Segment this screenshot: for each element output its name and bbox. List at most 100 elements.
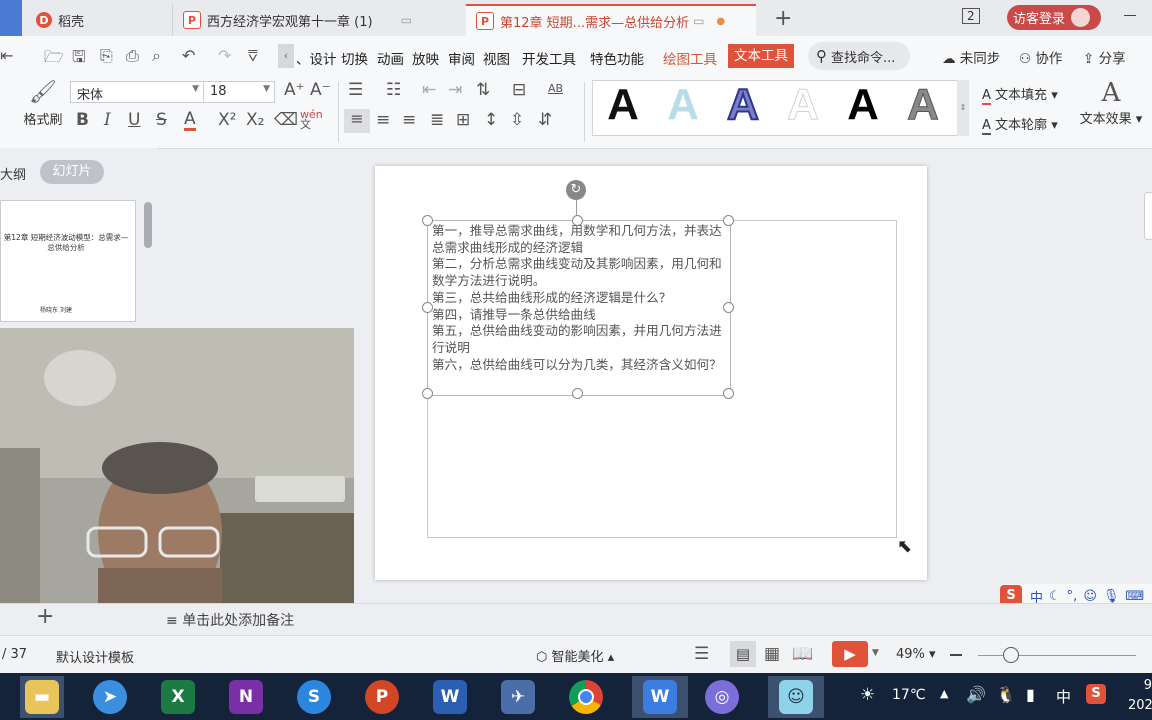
tab-daoke[interactable]: D 稻壳 bbox=[26, 4, 168, 36]
view-reading-icon[interactable]: 📖 bbox=[792, 644, 813, 664]
print-icon[interactable]: ⎙ bbox=[126, 46, 139, 66]
format-painter-button[interactable]: 🖌 格式刷 bbox=[20, 80, 66, 128]
volume-icon[interactable]: 🔊 bbox=[966, 685, 986, 704]
style-blue-outline[interactable]: A bbox=[719, 81, 767, 130]
add-slide-icon[interactable]: + bbox=[36, 604, 54, 629]
taskbar-word[interactable]: W bbox=[428, 676, 472, 718]
resize-handle-br[interactable] bbox=[723, 388, 734, 399]
collab-button[interactable]: ⚇ 协作 bbox=[1019, 47, 1062, 67]
view-normal-icon[interactable]: ▤ bbox=[730, 641, 756, 667]
menu-review[interactable]: 审阅 bbox=[448, 48, 475, 68]
taskbar-planet[interactable]: ◎ bbox=[700, 676, 744, 718]
view-notes-icon[interactable]: ☰ bbox=[694, 644, 709, 664]
bold-icon[interactable]: B bbox=[76, 110, 89, 130]
resize-handle-mr[interactable] bbox=[723, 302, 734, 313]
align-left-icon[interactable]: ≡ bbox=[344, 109, 370, 133]
resize-handle-tr[interactable] bbox=[723, 215, 734, 226]
font-color-icon[interactable]: A bbox=[184, 110, 196, 131]
menu-view[interactable]: 视图 bbox=[483, 48, 510, 68]
outline-tab[interactable]: 大纲 bbox=[0, 164, 26, 183]
taskbar-onenote[interactable]: N bbox=[224, 676, 268, 718]
menu-transition[interactable]: 切换 bbox=[341, 48, 368, 68]
collapse-icon[interactable]: ⇤ bbox=[0, 46, 13, 65]
new-tab-icon[interactable]: + bbox=[774, 6, 792, 31]
underline-icon[interactable]: U bbox=[128, 110, 140, 130]
resize-handle-tc[interactable] bbox=[572, 215, 583, 226]
slide-thumbnail[interactable]: 第12章 短期经济波动模型：总需求—总供给分析 杨晓东 刘建 bbox=[0, 200, 136, 322]
decrease-font-icon[interactable]: A⁻ bbox=[310, 80, 331, 100]
numbered-list-icon[interactable]: ☷ bbox=[386, 80, 401, 100]
menu-slideshow[interactable]: 放映 bbox=[412, 48, 439, 68]
undo-icon[interactable]: ↶ bbox=[182, 46, 195, 65]
align-center-icon[interactable]: ≡ bbox=[376, 110, 390, 130]
taskbar-excel[interactable]: X bbox=[156, 676, 200, 718]
style-bold-black[interactable]: A bbox=[839, 81, 887, 129]
text-direction-icon[interactable]: ⇅ bbox=[476, 80, 490, 100]
taskbar-powerpoint[interactable]: P bbox=[360, 676, 404, 718]
tab-doc-chapter12[interactable]: P 第12章 短期...需求—总供给分析 ▭ ● bbox=[466, 4, 756, 36]
subscript-icon[interactable]: X₂ bbox=[246, 110, 264, 130]
text-fill-button[interactable]: A 文本填充 ▾ bbox=[982, 84, 1058, 105]
style-light-blue[interactable]: A bbox=[659, 81, 707, 129]
zoom-value[interactable]: 49% ▾ bbox=[896, 647, 936, 662]
sogou-tray-icon[interactable]: S bbox=[1086, 684, 1106, 704]
more-icon[interactable]: ⩢ bbox=[248, 46, 258, 66]
scroll-left-icon[interactable]: ‹ bbox=[278, 44, 294, 68]
increase-font-icon[interactable]: A⁺ bbox=[284, 80, 305, 100]
taskbar-chrome[interactable] bbox=[564, 676, 608, 718]
text-effect-button[interactable]: A 文本效果 ▾ bbox=[1078, 78, 1144, 127]
menu-text-tools[interactable]: 文本工具 bbox=[728, 44, 794, 68]
taskbar-swift[interactable]: ✈ bbox=[496, 676, 540, 718]
resize-handle-bl[interactable] bbox=[422, 388, 433, 399]
save-icon[interactable]: 🖫 bbox=[72, 46, 86, 73]
paragraph-spacing-icon[interactable]: ⇳ bbox=[510, 110, 524, 130]
brightness-icon[interactable]: ☀ bbox=[860, 685, 875, 705]
template-label[interactable]: 默认设计模板 bbox=[56, 647, 134, 666]
justify-icon[interactable]: ≣ bbox=[430, 110, 444, 130]
zoom-slider-thumb[interactable] bbox=[1003, 647, 1019, 663]
textbox-content[interactable]: 第一，推导总需求曲线，用数学和几何方法，并表达总需求曲线形成的经济逻辑 第二，分… bbox=[432, 223, 724, 373]
text-style-gallery[interactable]: AAAAAA bbox=[592, 80, 958, 136]
qq-icon[interactable]: 🐧 bbox=[996, 685, 1016, 704]
menu-design[interactable]: 、设计 bbox=[296, 48, 337, 68]
indent-icon[interactable]: ⇥ bbox=[448, 80, 462, 100]
italic-icon[interactable]: I bbox=[104, 110, 111, 130]
command-search[interactable]: ⚲ 查找命令... bbox=[808, 42, 910, 70]
sync-button[interactable]: ☁ 未同步 bbox=[942, 47, 1000, 67]
thumbnail-scrollbar[interactable] bbox=[144, 202, 152, 248]
style-black[interactable]: A bbox=[599, 81, 647, 129]
spacing-more-icon[interactable]: ⇵ bbox=[538, 110, 552, 130]
play-button[interactable]: ▶ bbox=[832, 641, 868, 667]
view-sorter-icon[interactable]: ▦ bbox=[764, 644, 780, 664]
phonetic-icon[interactable]: wén 文 bbox=[300, 109, 323, 130]
tray-expand-icon[interactable]: ▲ bbox=[940, 687, 948, 700]
clear-format-icon[interactable]: ⌫ bbox=[274, 110, 298, 130]
font-name-select[interactable]: 宋体 ▼ bbox=[70, 81, 204, 103]
textbox[interactable]: 第一，推导总需求曲线，用数学和几何方法，并表达总需求曲线形成的经济逻辑 第二，分… bbox=[427, 220, 731, 396]
battery-icon[interactable]: ▮ bbox=[1026, 685, 1035, 704]
play-dropdown-icon[interactable]: ▼ bbox=[872, 648, 879, 658]
window-count-badge[interactable]: 2 bbox=[962, 8, 980, 24]
tab-doc-chapter11[interactable]: P 西方经济学宏观第十一章 (1) ▭ bbox=[172, 4, 462, 36]
align-right-icon[interactable]: ≡ bbox=[402, 110, 416, 130]
taskbar-live[interactable]: ☺ bbox=[768, 676, 824, 718]
login-button[interactable]: 访客登录 bbox=[1007, 5, 1101, 30]
resize-handle-tl[interactable] bbox=[422, 215, 433, 226]
style-gray-gradient[interactable]: A bbox=[899, 81, 947, 129]
slide-canvas[interactable]: 第一，推导总需求曲线，用数学和几何方法，并表达总需求曲线形成的经济逻辑 第二，分… bbox=[375, 166, 927, 580]
resize-handle-bc[interactable] bbox=[572, 388, 583, 399]
split-text-icon[interactable]: AB bbox=[548, 82, 563, 95]
align-text-icon[interactable]: ⊟ bbox=[512, 80, 526, 100]
ime-indicator[interactable]: 中 bbox=[1056, 686, 1071, 707]
text-outline-button[interactable]: A 文本轮廓 ▾ bbox=[982, 114, 1058, 135]
export-icon[interactable]: ⎘ bbox=[100, 46, 113, 66]
font-size-select[interactable]: 18 ▼ bbox=[203, 81, 275, 103]
share-button[interactable]: ⇪ 分享 bbox=[1083, 47, 1126, 67]
superscript-icon[interactable]: X² bbox=[218, 110, 236, 130]
preview-icon[interactable]: ⌕ bbox=[152, 46, 161, 66]
taskbar-wps[interactable]: W bbox=[632, 676, 688, 718]
gallery-scroll[interactable]: ⇕ bbox=[957, 80, 969, 136]
rotate-handle-icon[interactable]: ↻ bbox=[566, 180, 586, 200]
minimize-icon[interactable] bbox=[1124, 15, 1136, 16]
taskbar-file-explorer[interactable]: ▬ bbox=[20, 676, 64, 718]
